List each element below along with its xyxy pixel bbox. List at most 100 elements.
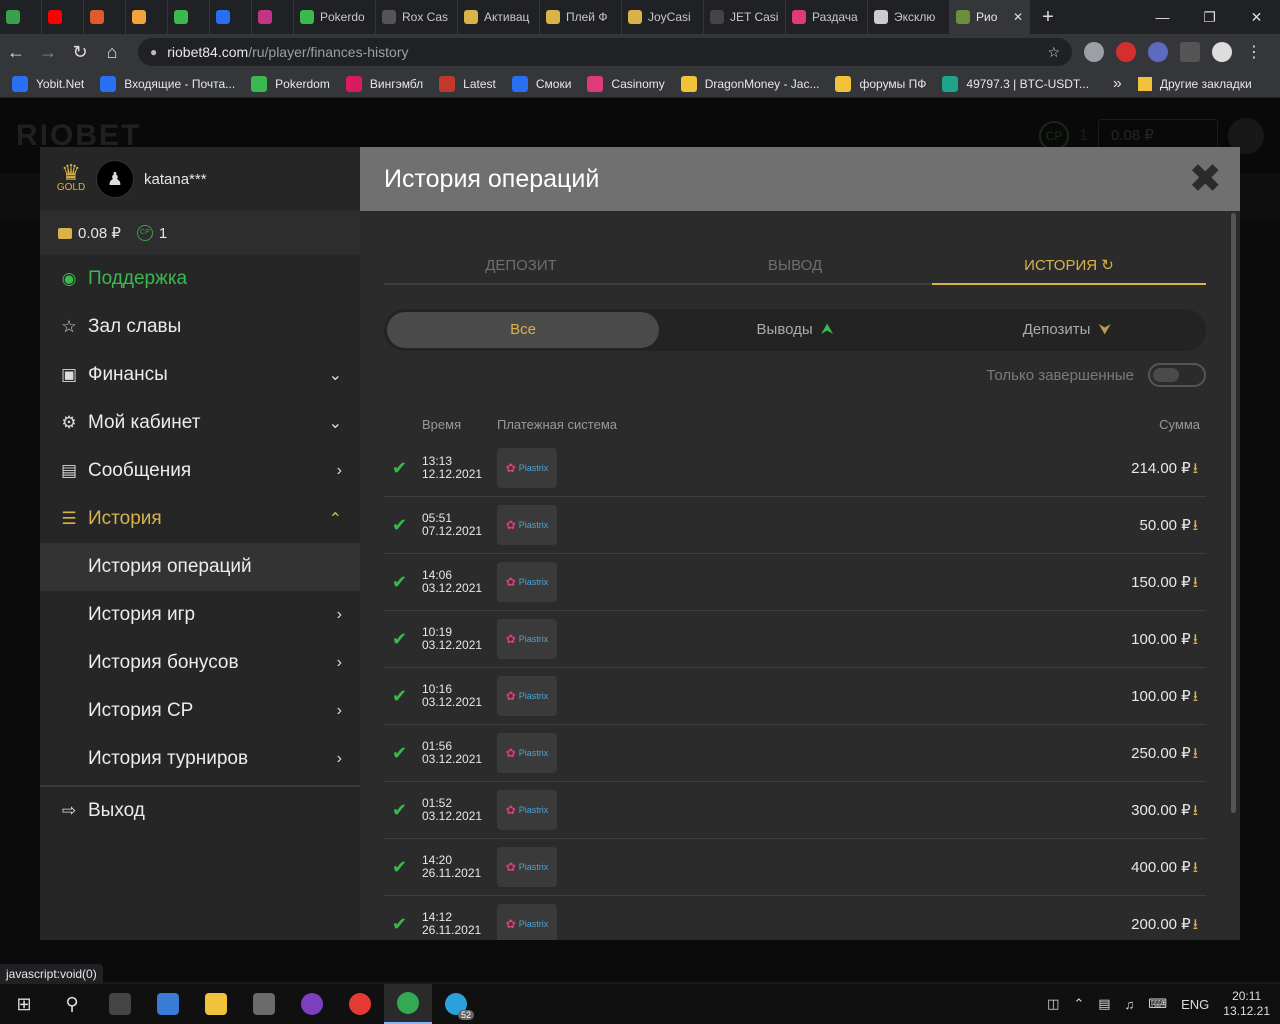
menu-dots-icon[interactable]: ⋮ — [1244, 42, 1264, 62]
windows-start-icon[interactable]: ⊞ — [0, 984, 48, 1024]
url-input[interactable]: ● riobet84.com/ru/player/finances-histor… — [138, 38, 1072, 66]
tor-browser-icon[interactable] — [288, 984, 336, 1024]
restore-icon[interactable]: ❐ — [1186, 9, 1233, 26]
close-icon[interactable]: ✖ — [1188, 159, 1222, 199]
chrome-icon[interactable] — [384, 984, 432, 1024]
tab-withdraw[interactable]: ВЫВОД — [658, 247, 932, 283]
payment-system-logo: ✿ Piastrix — [497, 448, 557, 488]
bookmark-item[interactable]: 49797.3 | BTC-USDT... — [942, 75, 1089, 92]
film-app-icon[interactable] — [96, 984, 144, 1024]
bookmarks-overflow-button[interactable]: » — [1113, 75, 1122, 93]
back-icon[interactable]: ← — [0, 42, 32, 63]
table-row[interactable]: ✔ 01:52 03.12.2021 ✿ Piastrix 300.00 ₽ ⭳ — [384, 782, 1206, 839]
browser-tab[interactable] — [126, 0, 168, 34]
sidebar-item-support[interactable]: ◉ Поддержка — [40, 255, 360, 303]
table-row[interactable]: ✔ 14:12 26.11.2021 ✿ Piastrix 200.00 ₽ ⭳ — [384, 896, 1206, 940]
sidebar-item-logout[interactable]: ⇨ Выход — [40, 787, 360, 835]
clock[interactable]: 20:11 13.12.21 — [1223, 989, 1270, 1019]
volume-icon[interactable]: ♫ — [1125, 997, 1135, 1012]
browser-tab[interactable] — [252, 0, 294, 34]
browser-tab[interactable]: Рио ✕ — [950, 0, 1030, 34]
browser-tab[interactable]: JoyCasi — [622, 0, 704, 34]
language-indicator[interactable]: ENG — [1181, 997, 1209, 1012]
browser-tab[interactable]: Раздача — [786, 0, 868, 34]
search-icon[interactable]: ⚲ — [48, 984, 96, 1024]
row-date: 26.11.2021 — [422, 866, 482, 880]
bot-extension-icon[interactable] — [1148, 42, 1168, 62]
forward-icon[interactable]: → — [32, 42, 64, 63]
minimize-icon[interactable]: — — [1139, 9, 1186, 26]
sidebar-item-finances[interactable]: ▣ Финансы ⌄ — [40, 351, 360, 399]
bookmark-item[interactable]: форумы ПФ — [835, 75, 926, 92]
news-app-icon[interactable] — [144, 984, 192, 1024]
sidebar-item-operations-history[interactable]: История операций — [40, 543, 360, 591]
browser-tab[interactable]: Pokerdo — [294, 0, 376, 34]
bookmark-favicon-icon — [680, 75, 697, 92]
telegram-icon[interactable]: 52 — [432, 984, 480, 1024]
globe-extension-icon[interactable] — [1084, 42, 1104, 62]
reload-icon[interactable]: ↻ — [64, 42, 96, 63]
completed-only-toggle[interactable] — [1148, 363, 1206, 387]
home-icon[interactable]: ⌂ — [96, 42, 128, 63]
tray-chevron-up-icon[interactable]: ⌃ — [1073, 996, 1084, 1012]
segment-all[interactable]: Все — [387, 312, 659, 348]
browser-tab[interactable] — [84, 0, 126, 34]
other-bookmarks[interactable]: Другие закладки — [1137, 76, 1252, 91]
keyboard-icon[interactable]: ⌨ — [1148, 996, 1167, 1012]
browser-tab[interactable]: JET Casi — [704, 0, 786, 34]
sidebar-item-hall-of-fame[interactable]: ☆ Зал славы — [40, 303, 360, 351]
browser-tab[interactable]: Rox Cas — [376, 0, 458, 34]
table-row[interactable]: ✔ 05:51 07.12.2021 ✿ Piastrix 50.00 ₽ ⭳ — [384, 497, 1206, 554]
network-icon[interactable]: ▤ — [1098, 996, 1110, 1012]
clock-date: 13.12.21 — [1223, 1004, 1270, 1018]
bookmark-item[interactable]: Yobit.Net — [12, 75, 84, 92]
segment-deposits[interactable]: Депозиты ⮟ — [931, 312, 1203, 348]
table-row[interactable]: ✔ 14:20 26.11.2021 ✿ Piastrix 400.00 ₽ ⭳ — [384, 839, 1206, 896]
sidebar-item-messages[interactable]: ▤ Сообщения › — [40, 447, 360, 495]
tab-history[interactable]: ИСТОРИЯ ↻ — [932, 247, 1206, 285]
table-row[interactable]: ✔ 10:16 03.12.2021 ✿ Piastrix 100.00 ₽ ⭳ — [384, 668, 1206, 725]
close-tab-icon[interactable]: ✕ — [1013, 10, 1023, 24]
browser-tab[interactable] — [210, 0, 252, 34]
sidebar-item-bonus-history[interactable]: История бонусов › — [40, 639, 360, 687]
browser-tab[interactable]: Эксклю — [868, 0, 950, 34]
bookmark-item[interactable]: Вингэмбл — [345, 75, 423, 92]
browser-tab[interactable] — [0, 0, 42, 34]
yandex-browser-icon[interactable] — [336, 984, 384, 1024]
bookmark-item[interactable]: Входящие - Почта... — [100, 75, 235, 92]
arrow-up-icon: ⮝ — [820, 321, 834, 338]
bookmark-star-icon[interactable]: ☆ — [1047, 44, 1060, 61]
bookmark-item[interactable]: Pokerdom — [251, 75, 330, 92]
new-tab-button[interactable]: + — [1030, 6, 1066, 29]
tab-deposit[interactable]: ДЕПОЗИТ — [384, 247, 658, 283]
segment-withdrawals[interactable]: Выводы ⮝ — [659, 312, 931, 348]
sidebar-item-cp-history[interactable]: История CP › — [40, 687, 360, 735]
shield-extension-icon[interactable] — [1116, 42, 1136, 62]
sidebar-item-games-history[interactable]: История игр › — [40, 591, 360, 639]
sidebar-item-cabinet[interactable]: ⚙ Мой кабинет ⌄ — [40, 399, 360, 447]
file-explorer-icon[interactable] — [192, 984, 240, 1024]
sidebar-item-history[interactable]: ☰ История ⌃ — [40, 495, 360, 543]
bookmark-item[interactable]: Casinomy — [587, 75, 665, 92]
table-row[interactable]: ✔ 13:13 12.12.2021 ✿ Piastrix 214.00 ₽ ⭳ — [384, 440, 1206, 497]
profile-avatar-icon[interactable] — [1212, 42, 1232, 62]
close-window-icon[interactable]: ✕ — [1233, 9, 1280, 26]
table-row[interactable]: ✔ 14:06 03.12.2021 ✿ Piastrix 150.00 ₽ ⭳ — [384, 554, 1206, 611]
bookmark-item[interactable]: Смоки — [511, 75, 571, 92]
browser-tab[interactable]: Плей Ф — [540, 0, 622, 34]
browser-tab[interactable]: Активац — [458, 0, 540, 34]
puzzle-icon[interactable] — [1180, 42, 1200, 62]
avatar[interactable]: ♟ — [96, 160, 134, 198]
sidebar-item-tournament-history[interactable]: История турниров › — [40, 735, 360, 783]
table-row[interactable]: ✔ 10:19 03.12.2021 ✿ Piastrix 100.00 ₽ ⭳ — [384, 611, 1206, 668]
scrollbar[interactable] — [1231, 213, 1236, 813]
profile-header: ♛ GOLD ♟ katana*** — [40, 147, 360, 211]
table-row[interactable]: ✔ 01:56 03.12.2021 ✿ Piastrix 250.00 ₽ ⭳ — [384, 725, 1206, 782]
bookmark-item[interactable]: DragonMoney - Jac... — [680, 75, 819, 92]
notification-panel-icon[interactable]: ◫ — [1047, 996, 1059, 1012]
calculator-icon[interactable] — [240, 984, 288, 1024]
browser-tab[interactable] — [42, 0, 84, 34]
bookmark-item[interactable]: Latest — [439, 75, 496, 92]
browser-tab[interactable] — [168, 0, 210, 34]
piastrix-flower-icon: ✿ — [505, 689, 516, 703]
